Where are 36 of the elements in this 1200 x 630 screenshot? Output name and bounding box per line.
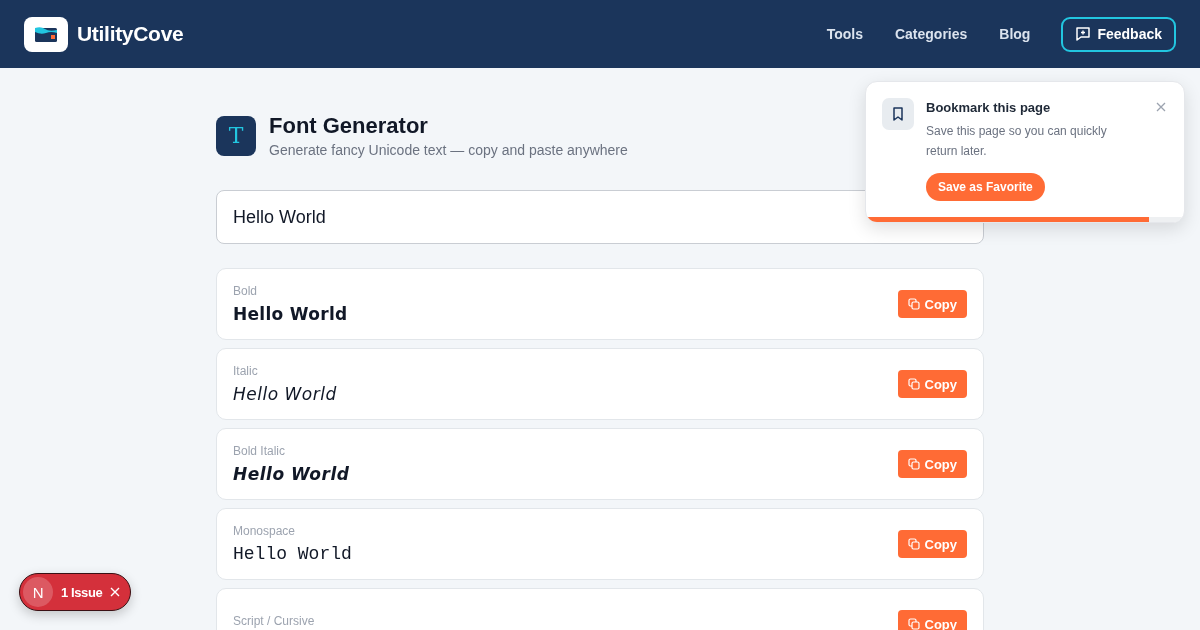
style-label: Script / Cursive bbox=[233, 614, 315, 628]
feedback-button[interactable]: Feedback bbox=[1061, 16, 1176, 52]
issue-count[interactable]: 1 Issue bbox=[61, 584, 103, 600]
copy-icon bbox=[907, 298, 920, 310]
style-label: Monospace bbox=[233, 524, 297, 538]
style-label: Italic bbox=[233, 364, 259, 378]
styled-text: Hello World bbox=[233, 304, 348, 324]
copy-icon bbox=[907, 618, 920, 630]
logo-icon[interactable]: N bbox=[23, 577, 53, 607]
styled-text: Hello World bbox=[233, 464, 350, 484]
copy-icon bbox=[907, 538, 920, 550]
nav-link[interactable]: Categories bbox=[878, 20, 984, 48]
styled-text: Hello World bbox=[233, 384, 337, 404]
nav-link[interactable]: Tools bbox=[810, 20, 879, 48]
nav-link[interactable]: Blog bbox=[983, 20, 1047, 48]
toast-message: Save this page so you can quickly return later. bbox=[926, 123, 1108, 160]
copy-button[interactable]: Copy bbox=[897, 530, 967, 558]
copy-button[interactable]: Copy bbox=[897, 290, 967, 318]
copy-icon bbox=[907, 458, 920, 470]
text-input[interactable]: Hello World bbox=[216, 190, 984, 244]
page-subtitle: Generate fancy Unicode text — copy and paste anywhere bbox=[269, 142, 628, 158]
feedback-icon bbox=[1075, 26, 1092, 42]
style-label: Bold bbox=[233, 284, 259, 298]
styled-text: Hello World bbox=[233, 544, 352, 564]
style-label: Bold Italic bbox=[233, 444, 287, 458]
copy-icon bbox=[907, 378, 920, 390]
brand-name[interactable]: UtilityCove bbox=[77, 22, 184, 46]
toast-title: Bookmark this page bbox=[926, 100, 1052, 115]
close-icon[interactable] bbox=[110, 587, 121, 597]
page-title: Font Generator bbox=[269, 113, 429, 139]
copy-button[interactable]: Copy bbox=[897, 450, 967, 478]
bookmark-icon bbox=[882, 98, 914, 130]
save-favorite-button[interactable]: Save as Favorite bbox=[926, 173, 1045, 201]
copy-button[interactable]: Copy bbox=[897, 370, 967, 398]
tool-icon: T bbox=[216, 115, 256, 156]
logo-icon[interactable] bbox=[24, 16, 68, 52]
